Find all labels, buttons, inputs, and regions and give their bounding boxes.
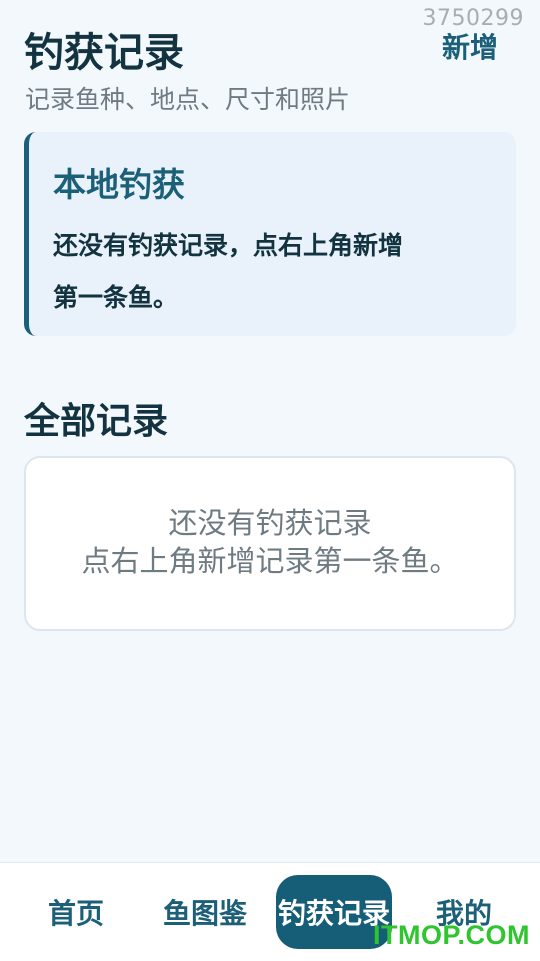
empty-state-card: 还没有钓获记录 点右上角新增记录第一条鱼。: [24, 456, 516, 631]
page-title: 钓获记录: [24, 30, 184, 76]
local-card-line-2: 第一条鱼。: [53, 283, 179, 312]
page-subtitle: 记录鱼种、地点、尺寸和照片: [25, 85, 351, 114]
local-card-title: 本地钓获: [53, 165, 185, 204]
nav-item-fish-guide[interactable]: 鱼图鉴: [150, 875, 260, 949]
section-title-all-records: 全部记录: [24, 401, 169, 442]
empty-state-line-1: 还没有钓获记录: [168, 506, 372, 540]
nav-item-home[interactable]: 首页: [24, 875, 128, 949]
local-card-line-1: 还没有钓获记录，点右上角新增: [53, 231, 404, 260]
empty-state-line-2: 点右上角新增记录第一条鱼。: [81, 544, 459, 578]
site-watermark-logo: ITMOP.COM: [372, 920, 530, 950]
local-card-description: 还没有钓获记录，点右上角新增 第一条鱼。: [53, 220, 492, 324]
local-catch-card: 本地钓获 还没有钓获记录，点右上角新增 第一条鱼。: [24, 132, 516, 336]
add-catch-button[interactable]: 新增: [442, 26, 498, 66]
